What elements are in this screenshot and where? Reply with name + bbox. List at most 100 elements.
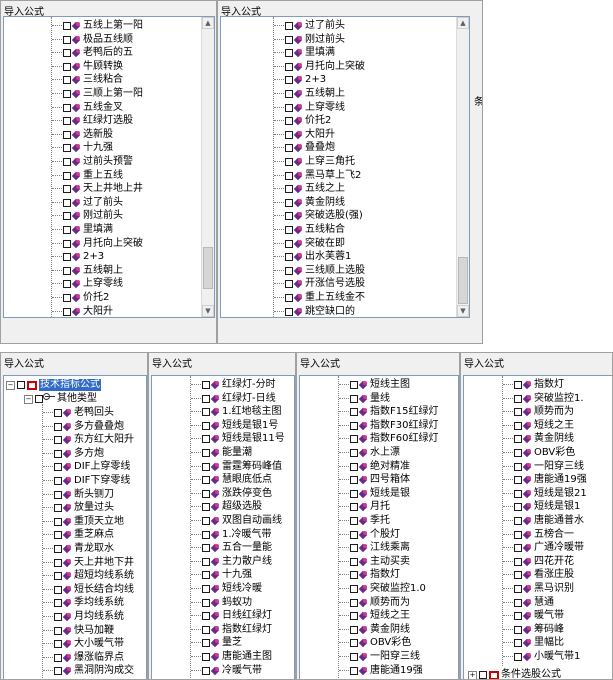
scroll-up-button[interactable]: ▲: [457, 17, 469, 29]
checkbox[interactable]: [285, 171, 293, 180]
formula-item[interactable]: DIF下穿零线: [43, 474, 130, 488]
checkbox[interactable]: [63, 226, 71, 234]
checkbox[interactable]: [202, 462, 210, 471]
formula-item[interactable]: 指数F30红绿灯: [339, 419, 438, 433]
formula-item[interactable]: 慧通: [503, 596, 554, 610]
checkbox[interactable]: [54, 626, 62, 635]
formula-item[interactable]: 一阳穿三线: [339, 650, 420, 664]
checkbox[interactable]: [285, 294, 293, 302]
collapse-icon[interactable]: −: [6, 380, 15, 390]
formula-item[interactable]: 顺势而为: [339, 596, 410, 610]
checkbox[interactable]: [514, 503, 522, 512]
formula-item[interactable]: 月均线系统: [43, 610, 124, 624]
checkbox[interactable]: [285, 280, 293, 289]
formula-item[interactable]: 突破在即: [274, 237, 345, 251]
checkbox[interactable]: [63, 280, 71, 289]
formula-item[interactable]: 唐能通19强: [339, 664, 423, 678]
checkbox[interactable]: [63, 294, 71, 302]
checkbox[interactable]: [514, 517, 522, 525]
checkbox[interactable]: [285, 253, 293, 262]
checkbox[interactable]: [514, 489, 522, 498]
formula-item[interactable]: 大阳升: [52, 305, 113, 317]
checkbox[interactable]: [202, 585, 210, 593]
checkbox[interactable]: [285, 103, 293, 112]
formula-item[interactable]: 青龙取水: [43, 542, 114, 556]
formula-item[interactable]: 里填满: [52, 223, 113, 237]
formula-item[interactable]: 月托向上突破: [52, 237, 143, 251]
formula-item[interactable]: 放量过头: [43, 501, 114, 515]
checkbox[interactable]: [350, 449, 358, 457]
checkbox[interactable]: [350, 394, 358, 403]
checkbox[interactable]: [285, 90, 293, 98]
formula-item[interactable]: 蚂蚁功: [191, 596, 252, 610]
scroll-up-button[interactable]: ▲: [202, 17, 214, 29]
formula-item[interactable]: 短线是银11号: [191, 432, 285, 446]
checkbox[interactable]: [350, 544, 358, 553]
checkbox[interactable]: [202, 666, 210, 675]
checkbox[interactable]: [54, 599, 62, 608]
checkbox[interactable]: [350, 462, 358, 471]
checkbox[interactable]: [63, 253, 71, 262]
formula-item[interactable]: 大阳升: [274, 128, 335, 142]
formula-item[interactable]: 主力散户线: [191, 555, 272, 569]
checkbox[interactable]: [202, 489, 210, 498]
checkbox[interactable]: [350, 503, 358, 512]
checkbox[interactable]: [350, 666, 358, 675]
formula-item[interactable]: 绝对精准: [339, 460, 410, 474]
checkbox[interactable]: [202, 381, 210, 389]
formula-item[interactable]: 选新股: [52, 128, 113, 142]
checkbox[interactable]: [514, 381, 522, 389]
checkbox[interactable]: [285, 185, 293, 194]
scroll-down-button[interactable]: ▼: [202, 305, 214, 317]
checkbox[interactable]: [202, 639, 210, 648]
checkbox[interactable]: [350, 571, 358, 580]
checkbox[interactable]: [285, 239, 293, 248]
checkbox[interactable]: [54, 572, 62, 581]
formula-item[interactable]: 水上漂: [339, 446, 400, 460]
formula-item[interactable]: 红绿灯-日线: [191, 392, 276, 406]
checkbox[interactable]: [285, 117, 293, 126]
checkbox[interactable]: [54, 490, 62, 499]
formula-item[interactable]: 五线朝上: [274, 87, 345, 101]
checkbox[interactable]: [202, 544, 210, 553]
checkbox[interactable]: [202, 598, 210, 607]
checkbox[interactable]: [285, 158, 293, 166]
checkbox[interactable]: [63, 307, 71, 316]
checkbox[interactable]: [285, 212, 293, 221]
checkbox[interactable]: [350, 476, 358, 485]
formula-item[interactable]: 唐能通19强: [503, 473, 587, 487]
checkbox[interactable]: [63, 185, 71, 194]
checkbox[interactable]: [514, 598, 522, 607]
formula-item[interactable]: 刚过前头: [52, 209, 123, 223]
condition-select-node[interactable]: + 条件选股公式: [468, 668, 561, 679]
checkbox[interactable]: [350, 435, 358, 444]
formula-item[interactable]: 天上井地下井: [43, 556, 134, 570]
checkbox[interactable]: [54, 558, 62, 567]
checkbox[interactable]: [202, 530, 210, 539]
checkbox[interactable]: [202, 571, 210, 580]
formula-item[interactable]: 月托: [339, 500, 390, 514]
checkbox[interactable]: [54, 517, 62, 526]
formula-item[interactable]: 十九强: [191, 568, 252, 582]
formula-item[interactable]: 短线之王: [339, 609, 410, 623]
formula-item[interactable]: 短长结合均线: [43, 583, 134, 597]
checkbox[interactable]: [350, 625, 358, 634]
checkbox[interactable]: [514, 421, 522, 430]
formula-item[interactable]: 黄金阴线: [274, 196, 345, 210]
checkbox[interactable]: [514, 653, 522, 661]
checkbox[interactable]: [63, 35, 71, 44]
formula-item[interactable]: 指数F15红绿灯: [339, 405, 438, 419]
formula-item[interactable]: 红绿灯选股: [52, 114, 133, 128]
formula-item[interactable]: 2+3: [52, 250, 104, 264]
formula-item[interactable]: 突破监控1.: [503, 392, 584, 406]
tree-root[interactable]: − 技术指标公式: [6, 378, 101, 392]
formula-item[interactable]: 唐能通普水: [503, 514, 584, 528]
checkbox[interactable]: [285, 144, 293, 153]
formula-item[interactable]: 开涨信号选股: [274, 277, 365, 291]
formula-item[interactable]: 短线主图: [339, 378, 410, 392]
checkbox[interactable]: [514, 639, 522, 648]
checkbox[interactable]: [54, 613, 62, 621]
formula-item[interactable]: 叠叠炮: [274, 141, 335, 155]
tree-group[interactable]: − 其他类型: [24, 392, 97, 406]
formula-item[interactable]: 价托2: [274, 114, 331, 128]
